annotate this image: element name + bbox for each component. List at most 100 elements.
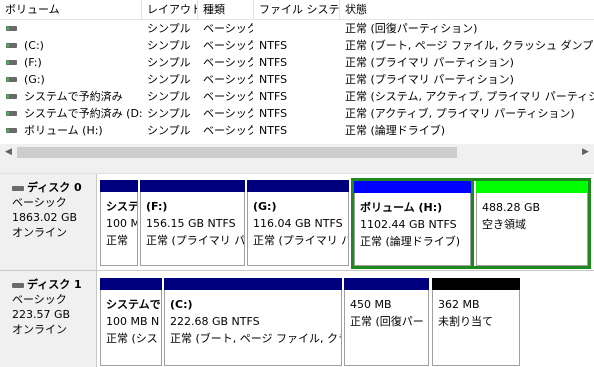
partition-title: ボリューム (H:) xyxy=(360,201,443,214)
volume-name: システムで予約済み (D:) xyxy=(24,107,142,120)
partition-status: 正常 (ブート, ページ ファイル, クラッシ xyxy=(170,332,341,345)
partition-status: 未割り当て xyxy=(438,315,493,328)
volume-layout: シンプル xyxy=(147,124,191,137)
volume-layout: シンプル xyxy=(147,22,191,35)
partition-block[interactable]: (C:) 222.68 GB NTFS 正常 (ブート, ページ ファイル, ク… xyxy=(164,278,342,366)
horizontal-scrollbar[interactable]: ◀ ▶ xyxy=(0,144,594,161)
volume-row[interactable]: シンプル ベーシック 正常 (回復パーティション) xyxy=(0,20,594,37)
disk-type: ベーシック xyxy=(12,293,67,306)
partition-size: 100 MB N xyxy=(106,315,160,328)
pane-splitter[interactable] xyxy=(0,161,594,174)
partition-status: 正常 (プライマリ パ xyxy=(253,234,349,247)
volume-name: (G:) xyxy=(24,73,45,86)
volume-layout: シンプル xyxy=(147,39,191,52)
partition-size: 488.28 GB xyxy=(482,201,541,214)
partition-title: (C:) xyxy=(170,298,193,311)
volume-icon xyxy=(6,26,17,31)
partition-color-bar xyxy=(432,278,520,290)
volume-type: ベーシック xyxy=(203,90,253,103)
volume-row[interactable]: (F:) シンプル ベーシック NTFS 正常 (プライマリ パーティション) xyxy=(0,54,594,71)
volume-row[interactable]: システムで予約済み (D:) シンプル ベーシック NTFS 正常 (アクティブ… xyxy=(0,105,594,122)
disk-state: オンライン xyxy=(12,226,67,239)
volume-name: システムで予約済み xyxy=(24,90,123,103)
disk-name: ディスク 1 xyxy=(27,278,82,291)
volume-status: 正常 (ブート, ページ ファイル, クラッシュ ダンプ, プライマリ xyxy=(345,39,594,52)
volume-row[interactable]: (C:) シンプル ベーシック NTFS 正常 (ブート, ページ ファイル, … xyxy=(0,37,594,54)
partition-status: 正常 xyxy=(106,234,128,247)
scrollbar-thumb[interactable] xyxy=(17,147,457,158)
partition-title: (G:) xyxy=(253,200,277,213)
partition-status: 正常 (論理ドライブ) xyxy=(360,235,461,248)
volume-layout: シンプル xyxy=(147,73,191,86)
volume-filesystem: NTFS xyxy=(259,73,288,86)
partition-size: 1102.44 GB NTFS xyxy=(360,218,457,231)
volume-type: ベーシック xyxy=(203,107,253,120)
volume-icon xyxy=(6,60,17,65)
volume-filesystem: NTFS xyxy=(259,39,288,52)
volume-row[interactable]: システムで予約済み シンプル ベーシック NTFS 正常 (システム, アクティ… xyxy=(0,88,594,105)
disk-type: ベーシック xyxy=(12,196,67,209)
partition-status: 正常 (回復パー xyxy=(350,315,424,328)
volume-status: 正常 (論理ドライブ) xyxy=(345,124,446,137)
volume-filesystem: NTFS xyxy=(259,107,288,120)
partition-color-bar xyxy=(247,180,349,192)
volume-icon xyxy=(6,43,17,48)
disk-state: オンライン xyxy=(12,323,67,336)
partition-color-bar xyxy=(354,181,471,193)
volume-layout: シンプル xyxy=(147,107,191,120)
scroll-left-arrow-icon[interactable]: ◀ xyxy=(0,144,17,161)
volume-row[interactable]: (G:) シンプル ベーシック NTFS 正常 (プライマリ パーティション) xyxy=(0,71,594,88)
disk-1-partitions: システムで予 100 MB N 正常 (シス (C:) 222.68 GB NT… xyxy=(98,278,594,366)
disk-icon xyxy=(12,185,24,191)
volume-row[interactable]: ボリューム (H:) シンプル ベーシック NTFS 正常 (論理ドライブ) xyxy=(0,122,594,139)
column-header-layout[interactable]: レイアウト xyxy=(142,0,198,19)
partition-block[interactable]: (G:) 116.04 GB NTFS 正常 (プライマリ パ xyxy=(247,180,349,266)
partition-block[interactable]: システムで予 100 MB N 正常 (シス xyxy=(100,278,162,366)
volume-icon xyxy=(6,128,17,133)
partition-block[interactable]: 488.28 GB 空き領域 xyxy=(474,178,591,269)
volume-name xyxy=(24,20,142,37)
partition-color-bar xyxy=(476,181,588,193)
volume-type: ベーシック xyxy=(203,22,253,35)
volume-status: 正常 (回復パーティション) xyxy=(345,22,478,35)
partition-title: システムで予 xyxy=(106,298,161,311)
partition-status: 正常 (プライマリ パ- xyxy=(146,234,245,247)
partition-size: 362 MB xyxy=(438,298,480,311)
partition-block-selected[interactable]: ボリューム (H:) 1102.44 GB NTFS 正常 (論理ドライブ) xyxy=(351,178,474,269)
column-header-type[interactable]: 種類 xyxy=(198,0,254,19)
volume-list-header: ボリューム レイアウト 種類 ファイル システム 状態 xyxy=(0,0,594,20)
partition-size: 100 M xyxy=(106,217,138,230)
partition-size: 116.04 GB NTFS xyxy=(253,217,343,230)
column-header-filesystem[interactable]: ファイル システム xyxy=(254,0,340,19)
disk-1-info[interactable]: ディスク 1 ベーシック 223.57 GB オンライン xyxy=(0,271,97,367)
volume-icon xyxy=(6,111,17,116)
volume-type: ベーシック xyxy=(203,39,253,52)
disk-name: ディスク 0 xyxy=(27,181,82,194)
volume-status: 正常 (アクティブ, プライマリ パーティション) xyxy=(345,107,575,120)
partition-color-bar xyxy=(164,278,342,290)
partition-title: システ xyxy=(106,200,138,213)
disk-0-info[interactable]: ディスク 0 ベーシック 1863.02 GB オンライン xyxy=(0,174,97,270)
partition-block[interactable]: (F:) 156.15 GB NTFS 正常 (プライマリ パ- xyxy=(140,180,245,266)
partition-block[interactable]: 450 MB 正常 (回復パー xyxy=(344,278,429,366)
partition-block[interactable]: システ 100 M 正常 xyxy=(100,180,138,266)
volume-list[interactable]: ボリューム レイアウト 種類 ファイル システム 状態 シンプル ベーシック 正… xyxy=(0,0,594,144)
partition-color-bar xyxy=(140,180,245,192)
volume-layout: シンプル xyxy=(147,90,191,103)
volume-icon xyxy=(6,77,17,82)
volume-icon xyxy=(6,94,17,99)
partition-status: 正常 (シス xyxy=(106,332,158,345)
column-header-volume[interactable]: ボリューム xyxy=(0,0,142,19)
volume-filesystem: NTFS xyxy=(259,56,288,69)
volume-status: 正常 (プライマリ パーティション) xyxy=(345,56,514,69)
disk-size: 223.57 GB xyxy=(12,308,71,321)
partition-size: 222.68 GB NTFS xyxy=(170,315,260,328)
column-header-status[interactable]: 状態 xyxy=(340,0,594,19)
volume-status: 正常 (プライマリ パーティション) xyxy=(345,73,514,86)
partition-status: 空き領域 xyxy=(482,218,526,231)
scroll-right-arrow-icon[interactable]: ▶ xyxy=(577,144,594,161)
partition-title: (F:) xyxy=(146,200,168,213)
volume-type: ベーシック xyxy=(203,124,253,137)
partition-block[interactable]: 362 MB 未割り当て xyxy=(432,278,520,366)
disk-icon xyxy=(12,282,24,288)
